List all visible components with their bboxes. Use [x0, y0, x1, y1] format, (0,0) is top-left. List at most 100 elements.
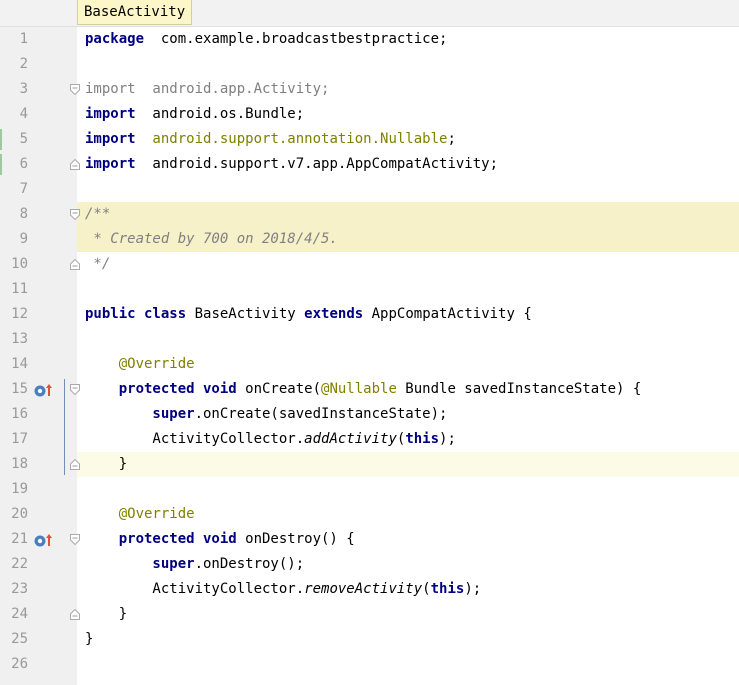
code-token: AppCompatActivity { [363, 306, 532, 322]
line-number[interactable]: 20 [0, 502, 28, 527]
code-line[interactable]: 13 [0, 327, 739, 352]
code-token: extends [304, 306, 364, 322]
code-line[interactable]: 2 [0, 52, 739, 77]
code-token: package [85, 31, 145, 47]
code-line[interactable]: 6 import android.support.v7.app.AppCompat… [0, 152, 739, 177]
line-number[interactable]: 19 [0, 477, 28, 502]
code-line[interactable]: 23 ActivityCollector.removeActivity(this… [0, 577, 739, 602]
code-line[interactable]: 22 super.onDestroy(); [0, 552, 739, 577]
override-up-icon[interactable] [34, 532, 54, 548]
code-token: } [85, 456, 128, 472]
line-number[interactable]: 2 [0, 52, 28, 77]
code-text: ActivityCollector.addActivity(this); [85, 427, 455, 452]
code-text: } [85, 602, 127, 627]
code-line[interactable]: 8 /** [0, 202, 739, 227]
code-text: public class BaseActivity extends AppCom… [85, 302, 532, 327]
code-line[interactable]: 26 [0, 652, 739, 677]
code-line[interactable]: 24 } [0, 602, 739, 627]
line-number[interactable]: 8 [0, 202, 28, 227]
code-token: removeActivity [304, 581, 423, 597]
line-number[interactable]: 11 [0, 277, 28, 302]
line-number[interactable]: 3 [0, 77, 28, 102]
line-number[interactable]: 18 [0, 452, 28, 477]
fold-end-icon[interactable] [70, 459, 80, 470]
line-number[interactable]: 26 [0, 652, 28, 677]
code-text: package com.example.broadcastbestpractic… [85, 27, 447, 52]
line-background [77, 52, 739, 77]
code-token: BaseActivity [186, 306, 305, 322]
code-line[interactable]: 18 } [0, 452, 739, 477]
code-token: import [85, 131, 136, 147]
override-up-icon[interactable] [34, 382, 54, 398]
code-line[interactable]: 19 [0, 477, 739, 502]
line-number[interactable]: 22 [0, 552, 28, 577]
code-line[interactable]: 17 ActivityCollector.addActivity(this); [0, 427, 739, 452]
line-number[interactable]: 17 [0, 427, 28, 452]
code-text: protected void onCreate(@Nullable Bundle… [85, 377, 642, 402]
code-token: ); [464, 581, 482, 597]
code-line[interactable]: 11 [0, 277, 739, 302]
code-text: import android.support.annotation.Nullab… [85, 127, 456, 152]
code-token: protected void [85, 381, 237, 397]
line-background [77, 452, 739, 477]
line-number[interactable]: 14 [0, 352, 28, 377]
code-line[interactable]: 3 import android.app.Activity; [0, 77, 739, 102]
line-number[interactable]: 15 [0, 377, 28, 402]
code-token: android.app.Activity; [135, 81, 330, 97]
fold-start-icon[interactable] [70, 84, 80, 95]
code-text: import android.os.Bundle; [85, 102, 304, 127]
code-token: android.support.annotation.Nullable [135, 131, 448, 147]
line-number[interactable]: 25 [0, 627, 28, 652]
fold-start-icon[interactable] [70, 209, 80, 220]
code-token: import [85, 81, 136, 97]
code-line[interactable]: 10 */ [0, 252, 739, 277]
code-line[interactable]: 15 protected void onCreate(@Nullable Bun… [0, 377, 739, 402]
fold-end-icon[interactable] [70, 609, 80, 620]
line-number[interactable]: 4 [0, 102, 28, 127]
line-number[interactable]: 23 [0, 577, 28, 602]
line-number[interactable]: 21 [0, 527, 28, 552]
code-line[interactable]: 9 * Created by 700 on 2018/4/5. [0, 227, 739, 252]
code-token: super [85, 406, 195, 422]
code-line[interactable]: 1 package com.example.broadcastbestpracti… [0, 27, 739, 52]
fold-start-icon[interactable] [70, 534, 80, 545]
line-background [77, 202, 739, 227]
vcs-change-marker[interactable] [0, 154, 2, 175]
code-token: this [430, 581, 465, 597]
code-line[interactable]: 12 public class BaseActivity extends AppC… [0, 302, 739, 327]
code-line[interactable]: 21 protected void onDestroy() { [0, 527, 739, 552]
code-text: */ [85, 252, 110, 277]
line-number[interactable]: 9 [0, 227, 28, 252]
line-background [77, 277, 739, 302]
fold-end-icon[interactable] [70, 159, 80, 170]
code-text: } [85, 452, 127, 477]
code-line[interactable]: 20 @Override [0, 502, 739, 527]
fold-end-icon[interactable] [70, 259, 80, 270]
line-number[interactable]: 1 [0, 27, 28, 52]
code-token: .onDestroy(); [194, 556, 305, 572]
line-number[interactable]: 6 [0, 152, 28, 177]
line-background [77, 627, 739, 652]
line-number[interactable]: 16 [0, 402, 28, 427]
code-line[interactable]: 5 import android.support.annotation.Nulla… [0, 127, 739, 152]
code-token: import [85, 156, 136, 172]
code-token: import [85, 106, 136, 122]
line-number[interactable]: 12 [0, 302, 28, 327]
vcs-change-marker[interactable] [0, 129, 2, 150]
line-number[interactable]: 24 [0, 602, 28, 627]
tab-base-activity[interactable]: BaseActivity [77, 0, 193, 25]
code-line[interactable]: 25} [0, 627, 739, 652]
code-line[interactable]: 14 @Override [0, 352, 739, 377]
line-number[interactable]: 13 [0, 327, 28, 352]
code-line[interactable]: 16 super.onCreate(savedInstanceState); [0, 402, 739, 427]
code-line[interactable]: 7 [0, 177, 739, 202]
code-line[interactable]: 4 import android.os.Bundle; [0, 102, 739, 127]
line-number[interactable]: 10 [0, 252, 28, 277]
code-token: */ [85, 256, 111, 272]
code-token: @Override [85, 356, 195, 372]
code-token: android.os.Bundle; [135, 106, 305, 122]
line-number[interactable]: 5 [0, 127, 28, 152]
fold-start-icon[interactable] [70, 384, 80, 395]
line-background [77, 477, 739, 502]
line-number[interactable]: 7 [0, 177, 28, 202]
